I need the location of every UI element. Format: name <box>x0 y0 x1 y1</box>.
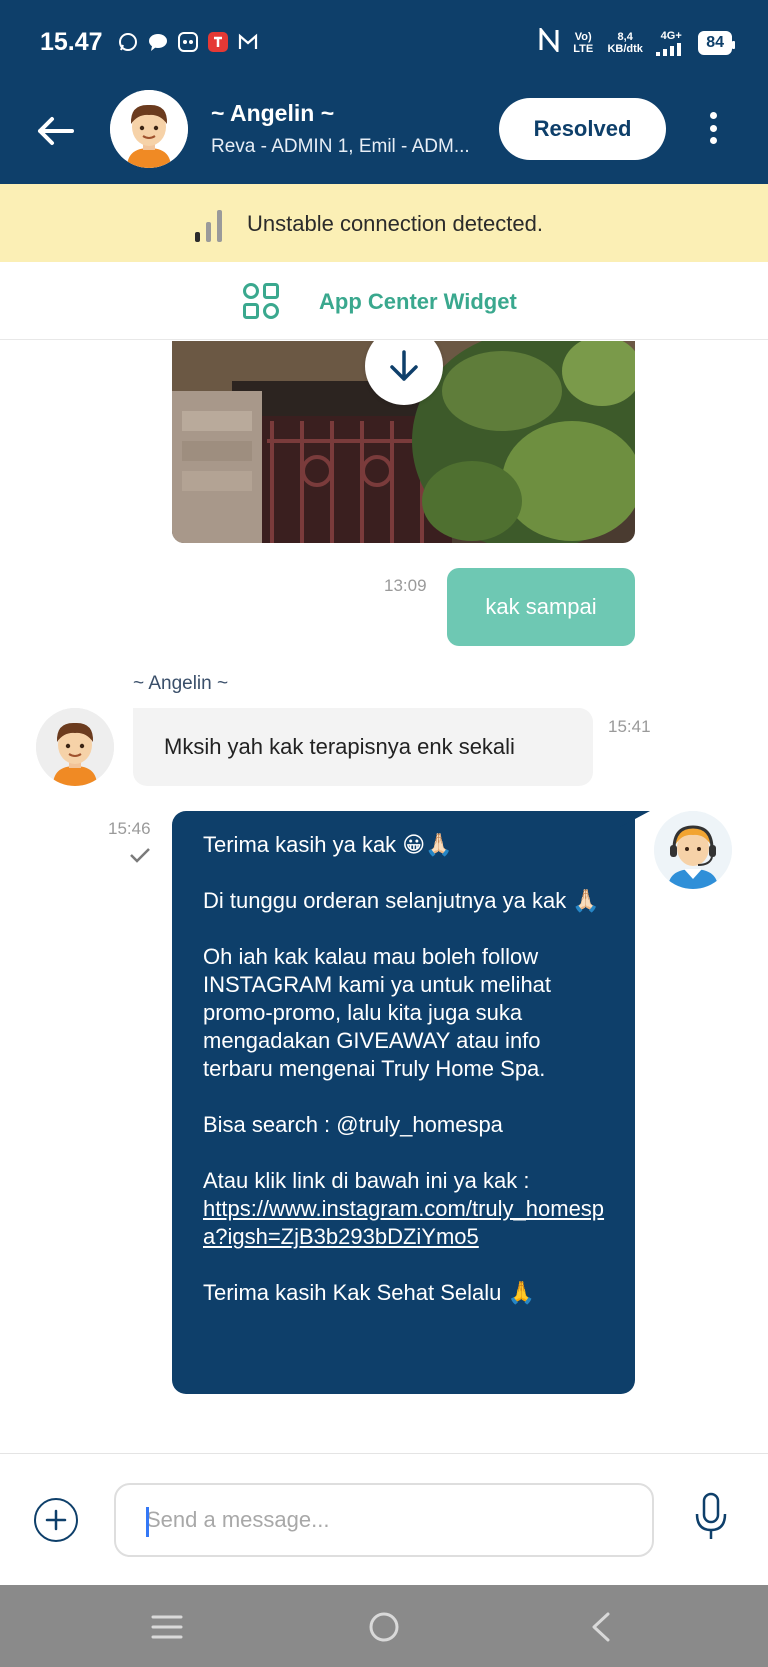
nfc-icon <box>538 25 560 57</box>
game-icon <box>176 30 200 54</box>
agent-line: Di tunggu orderan selanjutnya ya kak 🙏🏻 <box>203 888 600 913</box>
agent-line: Terima kasih Kak Sehat Selalu 🙏 <box>203 1280 535 1305</box>
app-notification-icon <box>206 30 230 54</box>
received-message-bubble[interactable]: Mksih yah kak terapisnya enk sekali <box>133 708 593 786</box>
agent-avatar[interactable] <box>654 811 732 889</box>
plus-icon <box>45 1509 67 1531</box>
system-back-button[interactable] <box>581 1607 621 1647</box>
notification-icons <box>116 30 260 54</box>
chat-bubble-icon <box>146 30 170 54</box>
agent-line: Terima kasih ya kak 😀🙏🏻 <box>203 832 453 857</box>
menu-icon <box>151 1615 183 1639</box>
bubble-tail <box>620 811 650 827</box>
resolved-button[interactable]: Resolved <box>499 98 666 160</box>
arrow-left-icon <box>38 117 74 145</box>
agent-line: Bisa search : @truly_homespa <box>203 1112 503 1137</box>
contact-name[interactable]: ~ Angelin ~ <box>211 100 334 127</box>
app-center-widget[interactable]: App Center Widget <box>0 262 768 340</box>
top-bar: 15.47 Vo) LTE 8,4 KB/dtk 4G+ 84 ~ Angeli… <box>0 0 768 184</box>
sender-avatar[interactable] <box>36 708 114 786</box>
more-options-button[interactable] <box>700 106 726 150</box>
more-dot <box>709 112 717 119</box>
warning-text: Unstable connection detected. <box>247 211 543 236</box>
home-button[interactable] <box>364 1607 404 1647</box>
weak-signal-icon <box>194 206 224 247</box>
app-grid-icon <box>242 282 280 325</box>
home-circle-icon <box>369 1612 399 1642</box>
more-dot <box>709 124 717 132</box>
connection-warning-banner: Unstable connection detected. <box>0 184 768 262</box>
status-time: 15.47 <box>40 28 103 56</box>
message-time: 15:41 <box>608 717 651 736</box>
attach-button[interactable] <box>34 1498 78 1542</box>
sender-name: ~ Angelin ~ <box>133 673 229 694</box>
message-list[interactable]: 13:09 kak sampai ~ Angelin ~ Mksih yah k… <box>0 341 768 1453</box>
boy-avatar-icon <box>36 708 114 786</box>
system-navigation-bar <box>0 1585 768 1667</box>
chevron-left-icon <box>592 1612 610 1642</box>
battery-indicator: 84 <box>698 30 735 55</box>
contact-avatar[interactable] <box>110 90 188 168</box>
arrow-down-icon <box>390 350 418 381</box>
message-input[interactable]: Send a message... <box>114 1483 654 1557</box>
more-dot <box>709 137 717 144</box>
agent-line: Atau klik link di bawah ini ya kak : <box>203 1168 530 1193</box>
microphone-icon <box>695 1492 727 1539</box>
chat-header: ~ Angelin ~ Reva - ADMIN 1, Emil - ADM..… <box>0 86 768 184</box>
text-caret <box>146 1507 149 1537</box>
message-time: 13:09 <box>384 576 427 595</box>
instagram-link[interactable]: https://www.instagram.com/truly_homespa?… <box>203 1195 611 1251</box>
speed-label: 8,4 KB/dtk <box>607 30 643 55</box>
whatsapp-icon <box>116 30 140 54</box>
status-bar: 15.47 Vo) LTE 8,4 KB/dtk 4G+ 84 <box>0 0 768 86</box>
boy-avatar-icon <box>110 90 188 168</box>
network-type: 4G+ <box>660 29 682 42</box>
message-time: 15:46 <box>108 819 151 838</box>
status-right: Vo) LTE 8,4 KB/dtk 4G+ 84 <box>538 25 735 57</box>
sent-check-icon <box>129 847 151 868</box>
message-composer: Send a message... <box>0 1453 768 1585</box>
message-input-placeholder: Send a message... <box>146 1507 330 1532</box>
signal-icon: 4G+ <box>654 30 688 56</box>
participants-subtitle: Reva - ADMIN 1, Emil - ADM... <box>211 136 470 157</box>
recent-apps-button[interactable] <box>147 1607 187 1647</box>
widget-label: App Center Widget <box>319 289 517 314</box>
agent-line: Oh iah kak kalau mau boleh follow INSTAG… <box>203 944 552 1081</box>
gmail-icon <box>236 30 260 54</box>
voice-record-button[interactable] <box>694 1492 728 1542</box>
sent-message-bubble[interactable]: kak sampai <box>447 568 635 646</box>
back-button[interactable] <box>30 106 80 156</box>
net-label: Vo) LTE <box>573 30 594 55</box>
agent-message-bubble[interactable]: Terima kasih ya kak 😀🙏🏻 Di tunggu ordera… <box>172 811 635 1394</box>
support-agent-icon <box>654 811 732 889</box>
